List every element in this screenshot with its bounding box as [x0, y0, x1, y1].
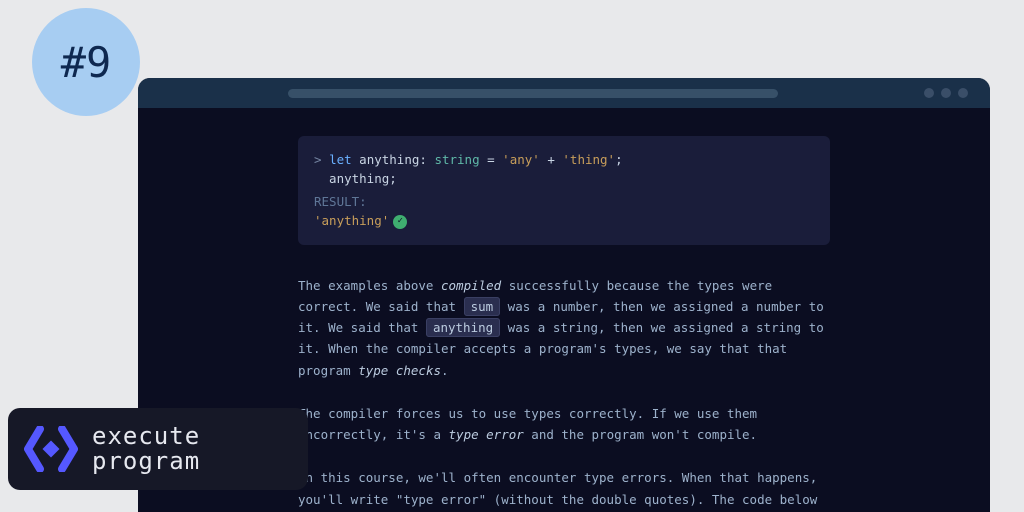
- rank-badge: #9: [32, 8, 140, 116]
- title-bar: [138, 78, 990, 108]
- traffic-dot: [941, 88, 951, 98]
- address-bar-placeholder: [288, 89, 778, 98]
- window-controls: [924, 88, 968, 98]
- code-line: > let anything: string = 'any' + 'thing'…: [314, 150, 814, 169]
- result-value: 'anything'✓: [314, 211, 814, 230]
- code-pill: anything: [426, 318, 500, 337]
- brand-name: execute program: [92, 424, 200, 474]
- lesson-paragraph: In this course, we'll often encounter ty…: [298, 467, 830, 512]
- lesson-paragraph: The compiler forces us to use types corr…: [298, 403, 830, 446]
- code-example-1: > let anything: string = 'any' + 'thing'…: [298, 136, 830, 245]
- traffic-dot: [924, 88, 934, 98]
- result-label: RESULT:: [314, 192, 814, 211]
- code-pill: sum: [464, 297, 501, 316]
- checkmark-icon: ✓: [393, 215, 407, 229]
- code-line: anything;: [314, 169, 814, 188]
- brand-card: execute program: [8, 408, 308, 490]
- lesson-paragraph: The examples above compiled successfully…: [298, 275, 830, 381]
- brand-logo-icon: [24, 426, 78, 472]
- traffic-dot: [958, 88, 968, 98]
- rank-number: #9: [61, 38, 112, 87]
